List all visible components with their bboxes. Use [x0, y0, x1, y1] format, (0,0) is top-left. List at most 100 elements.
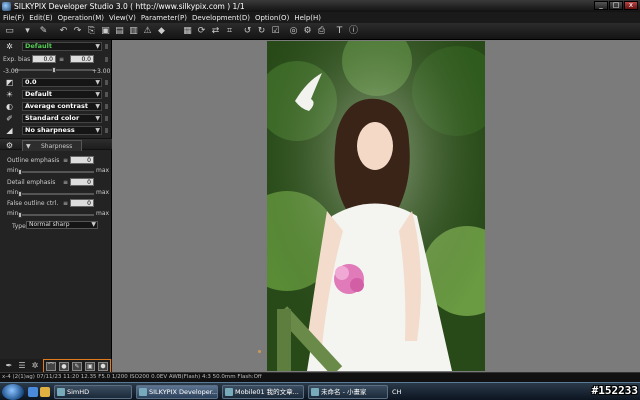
chevron-down-icon: ▼ — [95, 43, 100, 50]
task-paint[interactable]: 未命名 - 小畫家 — [308, 385, 388, 399]
color-dropdown[interactable]: Standard color ▼ — [22, 114, 102, 123]
app-icon — [2, 1, 11, 11]
exp-tab[interactable] — [104, 56, 109, 63]
menu-parameter[interactable]: Parameter(P) — [141, 14, 187, 22]
menu-operation[interactable]: Operation(M) — [58, 14, 104, 22]
grid-icon[interactable]: ▦ — [182, 26, 193, 37]
frame-tool-icon[interactable]: ▣ — [85, 362, 95, 371]
detail-slider-track[interactable] — [18, 193, 94, 195]
start-button[interactable] — [2, 384, 24, 400]
quicklaunch-folder-icon[interactable] — [40, 387, 50, 397]
false-outline-slider-track[interactable] — [18, 214, 94, 216]
menu-development[interactable]: Development(D) — [192, 14, 250, 22]
rotate-right-icon[interactable]: ↻ — [256, 26, 267, 37]
curve-tool-icon[interactable]: ⌒ — [46, 362, 56, 371]
pencil-icon[interactable]: ✎ — [38, 26, 49, 37]
brush-tool-icon[interactable]: ✎ — [72, 362, 82, 371]
outline-max-label: max — [96, 167, 110, 174]
gear-icon: ✲ — [6, 42, 13, 51]
flip-icon[interactable]: ⇄ — [210, 26, 221, 37]
preview-area[interactable] — [112, 40, 640, 372]
task-silkypix[interactable]: SILKYPIX Developer... — [136, 385, 218, 399]
app-icon — [311, 388, 319, 396]
toolbar: ▭ ▾ ✎ ↶ ↷ ⎘ ▣ ▤ ▥ ⚠ ◆ ▦ ⟳ ⇄ ⌗ ↺ ↻ ☑ ◎ ⚙ … — [0, 23, 640, 40]
title-bar: SILKYPIX Developer Studio 3.0 ( http://w… — [0, 0, 640, 12]
taste-tab[interactable] — [104, 43, 109, 50]
false-outline-input[interactable]: 0 — [70, 199, 94, 207]
rotate-left-icon[interactable]: ↺ — [242, 26, 253, 37]
view-preview-icon[interactable]: ▤ — [114, 26, 125, 37]
sharpness-dropdown[interactable]: No sharpness ▼ — [22, 126, 102, 135]
close-button[interactable]: x — [624, 1, 638, 10]
false-outline-slider-thumb[interactable] — [18, 212, 22, 218]
type-select[interactable]: Normal sharp ▼ — [26, 221, 98, 229]
menu-help[interactable]: Help(H) — [294, 14, 321, 22]
white-balance-tab[interactable] — [104, 91, 109, 98]
quicklaunch-ie-icon[interactable] — [28, 387, 38, 397]
taskbar: SimHD SILKYPIX Developer... Mobile01 我的文… — [0, 382, 640, 400]
print-icon[interactable]: ⎙ — [316, 26, 327, 37]
sharpness-icon: ◢ — [6, 126, 13, 135]
outline-slider-track[interactable] — [18, 171, 94, 173]
exp-min-label: -3.00 — [3, 68, 19, 75]
view-single-icon[interactable]: ▣ — [100, 26, 111, 37]
save-icon[interactable]: ▾ — [22, 26, 33, 37]
layers-icon[interactable]: ☰ — [17, 361, 27, 371]
chevron-down-icon: ▼ — [95, 103, 100, 110]
menu-view[interactable]: View(V) — [109, 14, 136, 22]
false-outline-label: False outline ctrl. — [7, 200, 59, 207]
color-tab[interactable] — [104, 115, 109, 122]
photo-preview[interactable] — [267, 41, 485, 371]
language-indicator[interactable]: CH — [392, 388, 401, 396]
open-folder-icon[interactable]: ▭ — [4, 26, 15, 37]
stamp-tool-icon[interactable]: ⬢ — [98, 362, 108, 371]
exp-bias-input[interactable]: 0.0 — [32, 55, 56, 63]
info-icon[interactable]: ⓘ — [348, 26, 359, 37]
menu-file[interactable]: File(F) — [3, 14, 24, 22]
panel-bottom-tools: ✒ ☰ ✲ ⌒ ● ✎ ▣ ⬢ — [0, 359, 112, 373]
task-label: Mobile01 我的文章... — [235, 388, 299, 396]
contrast-value-tab[interactable] — [104, 79, 109, 86]
sphere-tool-icon[interactable]: ● — [59, 362, 69, 371]
app-icon — [225, 388, 233, 396]
contrast-row: ◐ Average contrast ▼ — [0, 101, 112, 112]
exp-slider-thumb[interactable] — [52, 67, 56, 73]
menu-edit[interactable]: Edit(E) — [29, 14, 52, 22]
view-list-icon[interactable]: ▥ — [128, 26, 139, 37]
contrast-value-label: Average contrast — [25, 102, 88, 110]
taste-row: ✲ Default ▼ — [0, 41, 112, 52]
task-mobile01[interactable]: Mobile01 我的文章... — [222, 385, 304, 399]
contrast-tab[interactable] — [104, 103, 109, 110]
redo-icon[interactable]: ↷ — [72, 26, 83, 37]
warning-icon[interactable]: ⚠ — [142, 26, 153, 37]
settings-icon[interactable]: ✲ — [30, 361, 40, 371]
contrast-value: 0.0 — [25, 78, 37, 86]
copy-icon[interactable]: ⎘ — [86, 26, 97, 37]
contrast-value-dropdown[interactable]: 0.0 ▼ — [22, 78, 102, 87]
menu-option[interactable]: Option(O) — [255, 14, 289, 22]
sharpness-section-title: Sharpness — [41, 143, 73, 150]
contrast-dropdown[interactable]: Average contrast ▼ — [22, 102, 102, 111]
chevron-down-icon: ▼ — [91, 221, 96, 228]
sharpness-section-tab[interactable]: ▼ Sharpness — [22, 140, 82, 151]
rotate-icon[interactable]: ⟳ — [196, 26, 207, 37]
white-balance-dropdown[interactable]: Default ▼ — [22, 90, 102, 99]
detail-emphasis-input[interactable]: 0 — [70, 178, 94, 186]
detail-slider-thumb[interactable] — [18, 191, 22, 197]
outline-emphasis-input[interactable]: 0 — [70, 156, 94, 164]
undo-icon[interactable]: ↶ — [58, 26, 69, 37]
sharpness-tab[interactable] — [104, 127, 109, 134]
task-simhd[interactable]: SimHD — [54, 385, 132, 399]
outline-slider-thumb[interactable] — [18, 169, 22, 175]
batch-icon[interactable]: ⚙ — [302, 26, 313, 37]
check-icon[interactable]: ☑ — [270, 26, 281, 37]
minimize-button[interactable]: _ — [594, 1, 608, 10]
exp-bias-input-2[interactable]: 0.0 — [70, 55, 94, 63]
marker-icon[interactable]: ◆ — [156, 26, 167, 37]
maximize-button[interactable]: □ — [609, 1, 623, 10]
pen-icon[interactable]: ✒ — [4, 361, 14, 371]
develop-icon[interactable]: ◎ — [288, 26, 299, 37]
taste-dropdown[interactable]: Default ▼ — [22, 42, 102, 51]
text-icon[interactable]: T — [334, 26, 345, 37]
crop-icon[interactable]: ⌗ — [224, 26, 235, 37]
